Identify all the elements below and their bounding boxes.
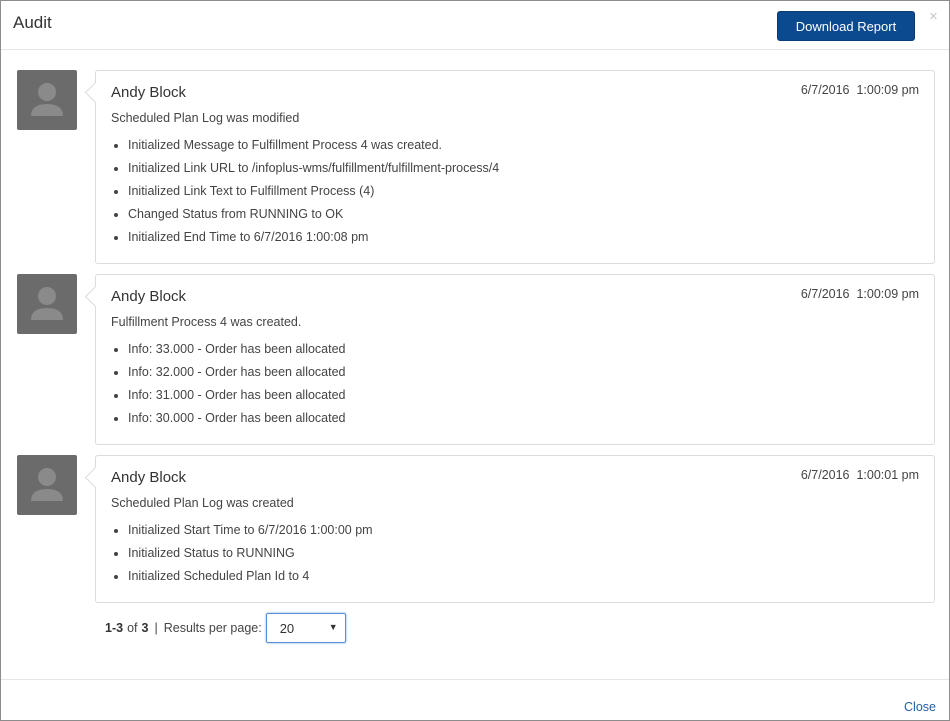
pagination-bar: 1-3 of 3 | Results per page: 20 ▼ [105,613,346,643]
audit-summary: Scheduled Plan Log was created [111,496,294,510]
of-label: of [127,621,138,635]
audit-card: Andy Block 6/7/2016 1:00:09 pm Scheduled… [95,70,935,264]
change-item: Initialized Link URL to /infoplus-wms/fu… [128,160,499,183]
change-item: Info: 32.000 - Order has been allocated [128,364,346,387]
close-icon[interactable]: × [929,9,938,24]
result-range: 1-3 [105,621,124,635]
change-item: Info: 31.000 - Order has been allocated [128,387,346,410]
audit-summary: Scheduled Plan Log was modified [111,111,300,125]
audit-modal: Audit Download Report × Andy Block 6/7/2… [0,0,950,721]
user-placeholder-icon [17,70,77,130]
results-per-page-select[interactable]: 20 ▼ [265,613,346,643]
change-item: Info: 30.000 - Order has been allocated [128,410,346,433]
change-item: Changed Status from RUNNING to OK [128,206,499,229]
audit-card: Andy Block 6/7/2016 1:00:01 pm Scheduled… [95,455,935,603]
author-name: Andy Block [111,288,187,305]
change-item: Initialized Start Time to 6/7/2016 1:00:… [128,522,373,545]
change-item: Initialized Scheduled Plan Id to 4 [128,568,373,591]
change-item: Initialized Message to Fulfillment Proce… [128,137,499,160]
change-list: Info: 33.000 - Order has been allocated … [111,341,346,433]
per-page-label: Results per page: [163,621,262,635]
change-item: Info: 33.000 - Order has been allocated [128,341,346,364]
user-placeholder-icon [17,455,77,515]
change-item: Initialized End Time to 6/7/2016 1:00:08… [128,229,499,252]
pager-separator: | [154,621,158,635]
timestamp: 6/7/2016 1:00:01 pm [800,468,919,482]
timestamp: 6/7/2016 1:00:09 pm [800,83,919,97]
audit-summary: Fulfillment Process 4 was created. [111,315,302,329]
change-item: Initialized Status to RUNNING [128,545,373,568]
modal-footer: Close [1,679,949,721]
change-list: Initialized Start Time to 6/7/2016 1:00:… [111,522,373,591]
timestamp: 6/7/2016 1:00:09 pm [800,287,919,301]
result-total: 3 [141,621,149,635]
per-page-value: 20 [279,621,295,636]
modal-title: Audit [13,13,52,32]
audit-card: Andy Block 6/7/2016 1:00:09 pm Fulfillme… [95,274,935,445]
change-item: Initialized Link Text to Fulfillment Pro… [128,183,499,206]
user-placeholder-icon [17,274,77,334]
author-name: Andy Block [111,84,187,101]
author-name: Andy Block [111,469,187,486]
download-report-button[interactable]: Download Report [777,11,915,41]
modal-header: Audit Download Report × [1,1,949,50]
close-button[interactable]: Close [904,700,936,714]
change-list: Initialized Message to Fulfillment Proce… [111,137,499,252]
caret-down-icon: ▼ [328,622,338,632]
